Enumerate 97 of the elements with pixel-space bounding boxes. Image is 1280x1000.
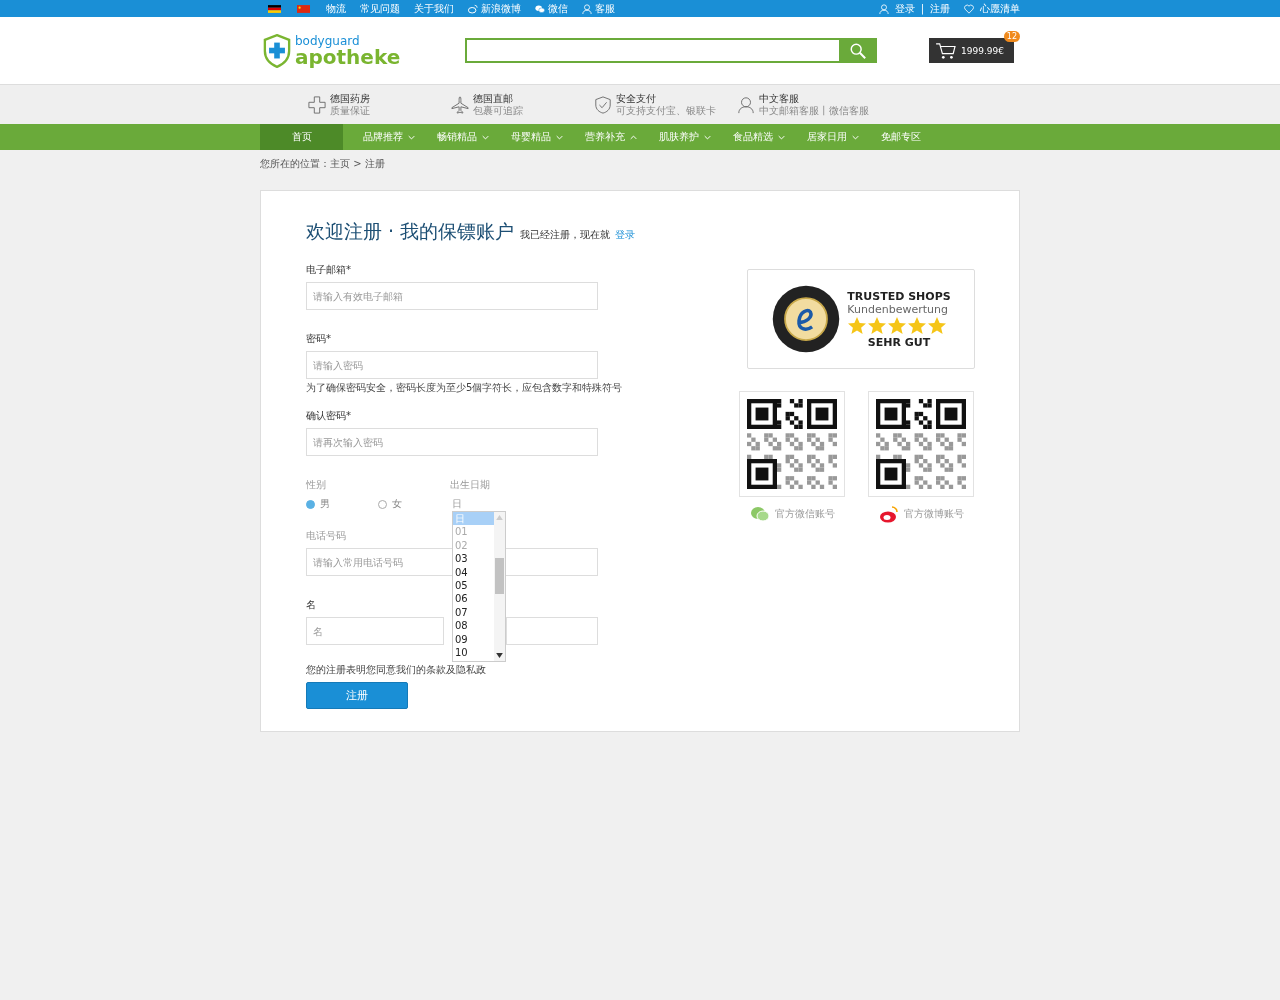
chinese-flag-icon[interactable] [297,4,310,13]
top-link[interactable]: 常见问题 [360,1,400,16]
field-label: 确认密码* [306,409,351,423]
top-link[interactable]: 关于我们 [414,1,454,16]
cart-button[interactable]: 1999.99€ [929,38,1014,63]
trust-subtitle: Kundenbewertung [847,302,948,316]
login-prompt: 我已经注册，现在就 [520,228,611,242]
shield-cross-logo-icon[interactable] [263,33,291,68]
feature-subtitle: 包裹可追踪 [472,104,523,116]
nav-tab[interactable]: 品牌推荐 [352,124,426,150]
radio-label: 女 [392,497,402,511]
cart-icon [935,41,957,60]
nav-tab[interactable]: 营养补充 [574,124,648,150]
scroll-down-icon[interactable] [496,653,503,658]
scroll-up-icon[interactable] [496,515,503,520]
feature-title: 安全支付 [615,93,657,105]
person-icon [878,3,889,14]
nav-tab[interactable]: 畅销精品 [426,124,500,150]
page-title: 欢迎注册 · 我的保镖账户 [306,219,515,244]
airplane-icon [450,95,469,114]
guarantee-seal-drawing [771,284,842,354]
register-button[interactable]: 注册 [306,682,408,709]
separator-text: | [920,3,924,14]
login-link[interactable]: 登录 [894,1,915,16]
dropdown-option[interactable]: 04 [453,565,494,580]
password-field[interactable]: 请输入密码 [306,351,598,379]
feature-subtitle: 质量保证 [329,104,370,116]
field-label: 出生日期 [450,478,491,492]
field-label: 电子邮箱* [306,263,351,277]
wechat-icon[interactable] [749,505,770,523]
chevron-down-icon [482,134,489,140]
weibo-icon [468,3,478,14]
nav-tab[interactable]: 居家日用 [796,124,870,150]
breadcrumb: 您所在的位置：主页 > 注册 [260,157,386,171]
nav-tab[interactable]: 母婴精品 [500,124,574,150]
german-flag-icon[interactable] [268,4,281,13]
feature-subtitle: 可支持支付宝、银联卡 [615,104,716,116]
person-icon [582,3,592,14]
register-link[interactable]: 注册 [930,1,950,16]
first-name-field[interactable]: 名 [306,617,444,645]
feature-subtitle: 中文邮箱客服丨微信客服 [758,104,869,116]
top-link[interactable]: 微信 [535,1,568,16]
search-field[interactable] [465,38,839,63]
trust-verdict: SEHR GUT [867,335,931,349]
wishlist-link[interactable]: 心愿清单 [980,1,1020,16]
chevron-down-icon [778,134,785,140]
chevron-down-icon [408,134,415,140]
heart-icon [964,3,974,14]
radio-button[interactable] [306,499,315,509]
logo-text: bodyguard [295,34,360,47]
dropdown-option[interactable]: 10 [453,646,494,660]
dropdown-option[interactable]: 05 [453,579,494,593]
shield-check-icon [593,95,612,114]
weibo-icon[interactable] [878,505,899,523]
chevron-down-icon [556,134,563,140]
qr-caption: 官方微博账号 [903,507,964,521]
dropdown-option[interactable]: 07 [453,605,494,620]
trust-title: TRUSTED SHOPS [847,289,951,303]
search-button[interactable] [839,38,877,63]
wechat-icon [535,3,545,14]
top-link[interactable]: 物流 [326,1,346,16]
login-link[interactable]: 登录 [615,228,636,242]
logo-text: apotheke [295,46,401,67]
cart-count-badge: 12 [1003,31,1020,42]
last-name-field[interactable] [506,617,598,645]
plus-icon [307,95,326,114]
field-label: 性别 [306,478,327,492]
email-field[interactable]: 请输入有效电子邮箱 [306,282,598,310]
feature-title: 德国直邮 [472,93,514,105]
confirm-password-field[interactable]: 请再次输入密码 [306,428,598,456]
feature-title: 德国药房 [329,93,370,105]
field-label: 密码* [306,332,331,346]
nav-tab[interactable]: 肌肤养护 [648,124,722,150]
dropdown-option[interactable]: 09 [453,632,494,647]
top-link[interactable]: 新浪微博 [468,1,521,16]
dropdown-option[interactable]: 08 [453,619,494,633]
dropdown-option[interactable]: 06 [453,592,494,606]
password-hint: 为了确保密码安全，密码长度为至少5個字符长，应包含数字和特殊符号 [306,381,623,395]
search-icon [849,41,867,60]
chevron-down-icon [852,134,859,140]
day-select[interactable]: 日 [450,497,504,511]
feature-title: 中文客服 [758,93,800,105]
person-icon [736,95,755,114]
radio-label: 男 [320,497,330,511]
qr-caption: 官方微信账号 [774,507,835,521]
scrollbar[interactable] [494,512,505,661]
nav-tab[interactable]: 免邮专区 [870,124,932,150]
dropdown-option[interactable]: 03 [453,552,494,566]
terms-text: 您的注册表明您同意我们的条款及隐私政 [306,663,486,677]
field-label: 电话号码 [306,529,346,543]
chevron-up-icon [630,134,637,140]
nav-tab[interactable]: 首页 [260,124,343,150]
chevron-down-icon [704,134,711,140]
nav-tab[interactable]: 食品精选 [722,124,796,150]
field-label: 名 [306,598,316,612]
scrollbar-thumb[interactable] [495,558,504,594]
top-link[interactable]: 客服 [582,1,615,16]
